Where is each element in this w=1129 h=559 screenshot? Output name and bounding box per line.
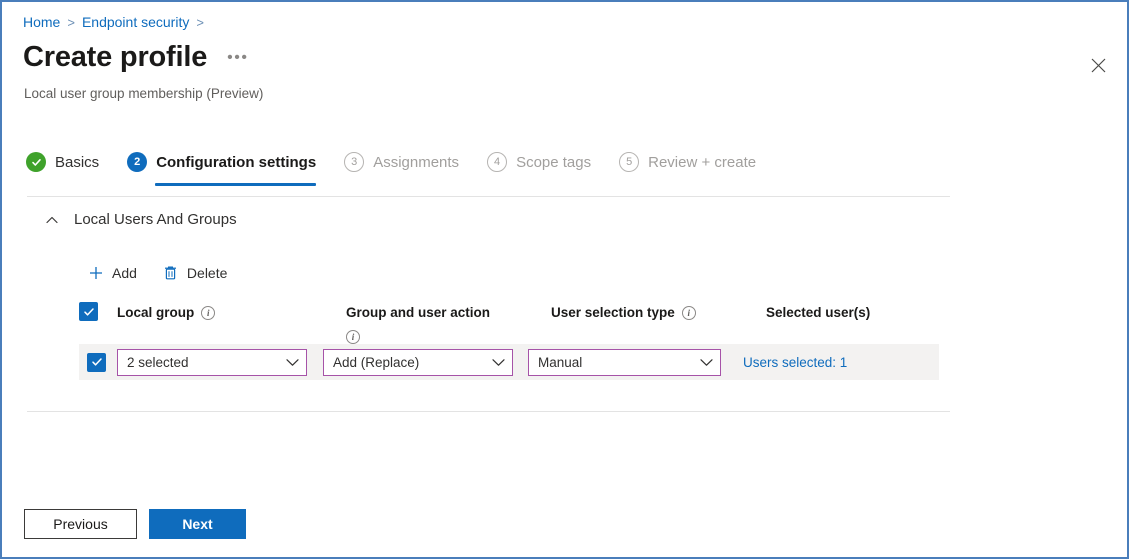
section-divider: [27, 411, 950, 412]
step-number: 3: [344, 152, 365, 172]
command-bar: Add Delete: [88, 265, 227, 281]
info-icon[interactable]: i: [346, 330, 360, 344]
footer-bar: Previous Next: [2, 487, 1127, 557]
info-icon[interactable]: i: [201, 306, 216, 320]
tab-review-create[interactable]: 5 Review + create: [619, 145, 778, 179]
delete-button[interactable]: Delete: [163, 265, 227, 281]
tab-label: Configuration settings: [156, 153, 317, 171]
tab-label: Scope tags: [516, 153, 592, 171]
local-group-dropdown-value: 2 selected: [127, 354, 189, 370]
section-header-local-users-and-groups[interactable]: Local Users And Groups: [46, 211, 237, 228]
page-title: Create profile: [23, 41, 208, 73]
row-user-selection-type-cell: Manual: [528, 348, 743, 376]
group-user-action-dropdown[interactable]: Add (Replace): [323, 348, 513, 376]
column-header-user-selection-type: User selection type i: [551, 302, 766, 321]
row-selected-users-cell: Users selected: 1: [743, 355, 913, 370]
column-header-local-group: Local group i: [117, 302, 346, 321]
trash-icon: [163, 265, 179, 281]
local-users-groups-table: Local group i Group and user action i Us…: [79, 302, 939, 380]
breadcrumb-item-home[interactable]: Home: [23, 14, 60, 30]
footer-buttons: Previous Next: [24, 509, 246, 539]
users-selected-link[interactable]: Users selected: 1: [743, 355, 847, 370]
step-number: 4: [487, 152, 508, 172]
breadcrumb-separator-icon: >: [67, 14, 75, 30]
column-header-label: Group and user action: [346, 305, 491, 320]
select-all-header: [79, 302, 117, 321]
chevron-down-icon: [492, 358, 505, 367]
tab-label: Basics: [55, 153, 100, 171]
local-group-dropdown[interactable]: 2 selected: [117, 348, 307, 376]
create-profile-blade: Home > Endpoint security > Create profil…: [0, 0, 1129, 559]
previous-button[interactable]: Previous: [24, 509, 137, 539]
title-row: Create profile •••: [23, 41, 252, 74]
column-header-label: User selection type: [551, 305, 675, 320]
breadcrumb: Home > Endpoint security >: [23, 14, 204, 30]
add-button-label: Add: [112, 265, 137, 281]
plus-icon: [88, 265, 104, 281]
chevron-down-icon: [700, 358, 713, 367]
table-header-row: Local group i Group and user action i Us…: [79, 302, 939, 344]
page-subtitle: Local user group membership (Preview): [24, 86, 264, 101]
breadcrumb-item-endpoint-security[interactable]: Endpoint security: [82, 14, 189, 30]
column-header-selected-users: Selected user(s): [766, 302, 936, 321]
tab-scope-tags[interactable]: 4 Scope tags: [487, 145, 613, 179]
group-user-action-dropdown-value: Add (Replace): [333, 354, 420, 370]
column-header-label: Selected user(s): [766, 305, 871, 320]
user-selection-type-dropdown-value: Manual: [538, 354, 583, 370]
tab-basics[interactable]: Basics: [26, 145, 121, 179]
select-all-checkbox[interactable]: [79, 302, 98, 321]
tabs-divider: [27, 196, 950, 197]
close-button[interactable]: [1083, 50, 1113, 80]
column-header-group-user-action: Group and user action i: [346, 302, 551, 344]
user-selection-type-dropdown[interactable]: Manual: [528, 348, 721, 376]
tab-configuration-settings[interactable]: 2 Configuration settings: [127, 145, 338, 186]
info-icon[interactable]: i: [681, 306, 696, 320]
breadcrumb-separator-icon: >: [196, 14, 204, 30]
row-select-cell: [79, 352, 117, 372]
next-button[interactable]: Next: [149, 509, 246, 539]
section-title: Local Users And Groups: [74, 211, 237, 228]
more-options-icon[interactable]: •••: [223, 47, 252, 69]
tab-label: Review + create: [648, 153, 757, 171]
table-row: 2 selected Add (Replace) Manual Users se…: [79, 344, 939, 380]
tab-label: Assignments: [373, 153, 460, 171]
step-number: 2: [127, 152, 148, 172]
check-icon: [26, 152, 46, 172]
delete-button-label: Delete: [186, 265, 228, 281]
row-group-user-action-cell: Add (Replace): [323, 348, 528, 376]
row-local-group-cell: 2 selected: [117, 348, 323, 376]
add-button[interactable]: Add: [88, 265, 137, 281]
wizard-tabs: Basics 2 Configuration settings 3 Assign…: [26, 145, 784, 186]
tab-assignments[interactable]: 3 Assignments: [344, 145, 481, 179]
column-header-label: Local group: [117, 305, 195, 320]
step-number: 5: [619, 152, 640, 172]
active-tab-underline: [155, 183, 317, 186]
chevron-down-icon: [286, 358, 299, 367]
row-checkbox[interactable]: [87, 352, 106, 372]
chevron-up-icon: [46, 214, 58, 226]
